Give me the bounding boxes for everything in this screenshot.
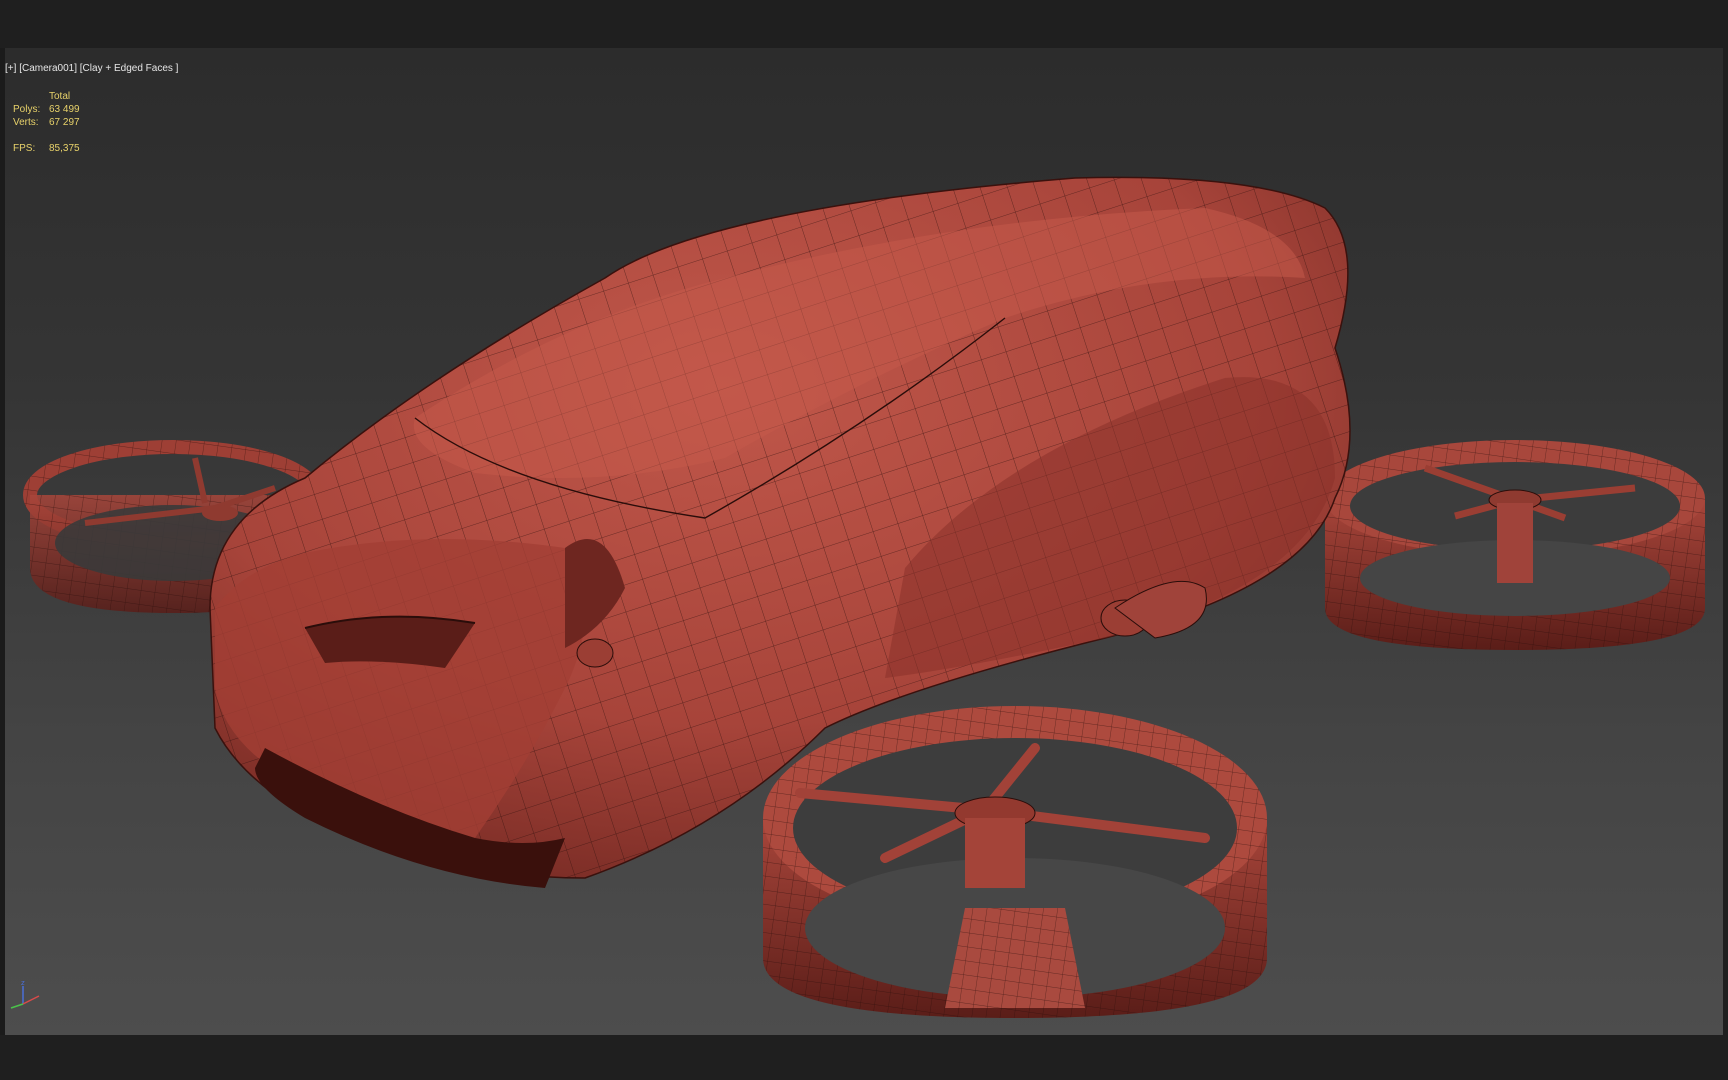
fps-value: 85,375 [49,143,80,154]
fps-label: FPS: [13,143,36,154]
viewport-menu-button[interactable]: [+] [5,63,16,74]
stats-header: Total [49,91,71,102]
rotor-back-right [1325,440,1705,650]
3d-viewport[interactable]: [+] [Camera001] [Clay + Edged Faces ] To… [5,48,1723,1035]
flying-car-model [23,176,1705,1018]
camera-menu-button[interactable]: [Camera001] [19,63,77,74]
top-frame-bar [0,0,1728,48]
rotor-front [763,706,1267,1018]
polys-label: Polys: [13,104,41,115]
verts-value: 67 297 [49,117,80,128]
xyz-axis-icon: z [10,979,40,1009]
polys-value: 63 499 [49,104,80,115]
verts-label: Verts: [13,117,39,128]
right-frame-strip [1723,48,1728,1035]
shading-menu-button[interactable]: [Clay + Edged Faces ] [80,63,179,74]
viewport-label: [+] [Camera001] [Clay + Edged Faces ] [5,63,178,74]
bottom-frame-bar [0,1035,1728,1080]
svg-text:z: z [21,979,25,987]
